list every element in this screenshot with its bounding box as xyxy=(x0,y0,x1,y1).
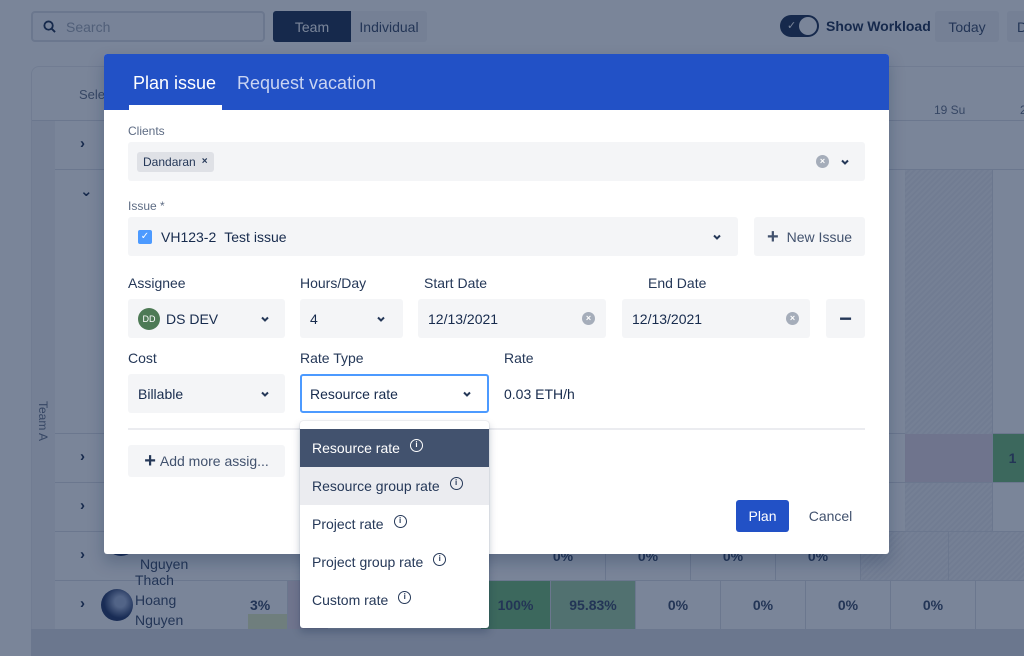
assignee-select[interactable]: DD DS DEV xyxy=(128,299,285,338)
cost-value: Billable xyxy=(138,385,184,402)
end-date-input[interactable]: 12/13/2021 × xyxy=(622,299,810,338)
chevron-down-icon[interactable] xyxy=(840,157,850,167)
chevron-down-icon[interactable] xyxy=(712,232,722,242)
chevron-down-icon xyxy=(377,316,385,322)
start-date-label: Start Date xyxy=(424,275,488,291)
chevron-down-icon xyxy=(261,391,269,397)
clients-select[interactable]: Dandaran × × xyxy=(128,142,865,181)
rate-type-option-custom[interactable]: Custom rate i xyxy=(300,581,489,619)
end-date-value: 12/13/2021 xyxy=(632,310,703,327)
tab-request-vacation[interactable]: Request vacation xyxy=(237,73,376,94)
client-chip: Dandaran × xyxy=(137,151,214,172)
info-icon[interactable]: i xyxy=(393,514,407,528)
option-label: Project rate xyxy=(312,516,384,532)
rate-type-dropdown: Resource rate i Resource group rate i Pr… xyxy=(300,421,489,628)
tab-plan-issue[interactable]: Plan issue xyxy=(133,73,216,94)
plus-icon: + xyxy=(144,450,156,472)
rate-type-option-project-group[interactable]: Project group rate i xyxy=(300,543,489,581)
cancel-button[interactable]: Cancel xyxy=(796,500,865,532)
issue-select[interactable]: ✓ VH123-2 Test issue xyxy=(128,217,738,256)
new-issue-button[interactable]: + New Issue xyxy=(754,217,865,256)
cost-select[interactable]: Billable xyxy=(128,374,285,413)
client-chip-label: Dandaran xyxy=(143,154,196,169)
clear-icon[interactable]: × xyxy=(816,155,829,168)
new-issue-label: New Issue xyxy=(786,228,853,245)
assignee-value: DS DEV xyxy=(166,310,219,327)
plus-icon: + xyxy=(766,225,779,248)
dialog-header: Plan issue Request vacation xyxy=(104,54,889,110)
add-more-assignee-button[interactable]: + Add more assig... xyxy=(128,445,285,477)
start-date-input[interactable]: 12/13/2021 × xyxy=(418,299,606,338)
plan-button[interactable]: Plan xyxy=(736,500,789,532)
issue-summary: Test issue xyxy=(224,228,287,245)
rate-type-label: Rate Type xyxy=(300,350,364,366)
option-label: Resource rate xyxy=(312,440,400,456)
end-date-label: End Date xyxy=(648,275,707,291)
rate-type-option-resource-group[interactable]: Resource group rate i xyxy=(300,467,489,505)
remove-chip-icon[interactable]: × xyxy=(202,156,208,167)
cost-label: Cost xyxy=(128,350,157,366)
hours-per-day-select[interactable]: 4 xyxy=(300,299,403,338)
clear-icon[interactable]: × xyxy=(582,312,595,325)
rate-type-select[interactable]: Resource rate xyxy=(300,374,489,413)
divider xyxy=(128,428,865,430)
hours-per-day-label: Hours/Day xyxy=(300,275,367,291)
assignee-label: Assignee xyxy=(128,275,186,291)
info-icon[interactable]: i xyxy=(449,476,463,490)
remove-assignment-button[interactable]: − xyxy=(826,299,865,338)
rate-type-option-project[interactable]: Project rate i xyxy=(300,505,489,543)
issue-type-icon: ✓ xyxy=(138,229,152,244)
rate-value: 0.03 ETH/h xyxy=(504,386,575,402)
option-label: Project group rate xyxy=(312,554,424,570)
clear-icon[interactable]: × xyxy=(786,312,799,325)
assignee-avatar: DD xyxy=(138,307,160,330)
chevron-down-icon xyxy=(463,391,471,397)
option-label: Resource group rate xyxy=(312,478,440,494)
issue-key: VH123-2 xyxy=(161,228,217,245)
option-label: Custom rate xyxy=(312,592,389,608)
start-date-value: 12/13/2021 xyxy=(428,310,499,327)
issue-label: Issue * xyxy=(128,199,165,213)
active-tab-indicator xyxy=(129,105,222,110)
info-icon[interactable]: i xyxy=(409,438,423,452)
rate-type-value: Resource rate xyxy=(310,385,398,402)
rate-type-option-resource[interactable]: Resource rate i xyxy=(300,429,489,467)
info-icon[interactable]: i xyxy=(398,590,412,604)
plan-issue-dialog: Plan issue Request vacation Clients Dand… xyxy=(104,54,889,554)
rate-label: Rate xyxy=(504,350,534,366)
hours-per-day-value: 4 xyxy=(310,310,318,327)
chevron-down-icon xyxy=(261,316,269,322)
add-more-label: Add more assig... xyxy=(159,453,269,469)
clients-label: Clients xyxy=(128,124,165,138)
info-icon[interactable]: i xyxy=(433,552,447,566)
